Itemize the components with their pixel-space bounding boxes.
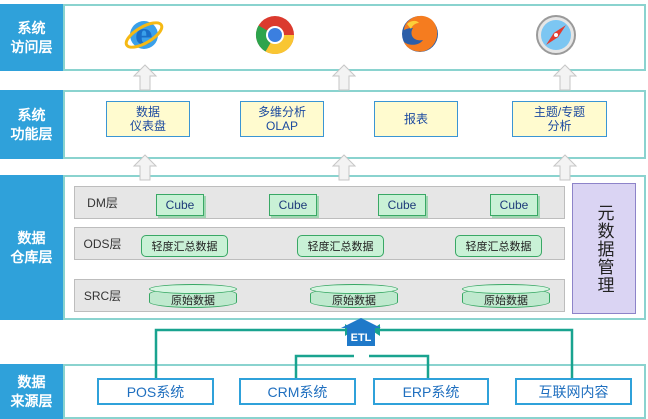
layer-label-access: 系统 访问层 — [0, 4, 63, 71]
source-erp: ERP系统 — [373, 378, 489, 405]
raw-data-cylinder: 原始数据 — [462, 284, 550, 310]
source-internet: 互联网内容 — [515, 378, 632, 405]
safari-icon — [536, 15, 576, 55]
cube-box: Cube — [378, 194, 426, 216]
layer-label-function: 系统 功能层 — [0, 90, 63, 159]
etl-label: ETL — [351, 332, 372, 344]
ods-box: 轻度汇总数据 — [297, 235, 384, 257]
firefox-icon — [402, 15, 438, 52]
row-label-ods: ODS层 — [83, 237, 122, 251]
raw-data-cylinder: 原始数据 — [149, 284, 237, 310]
ods-box: 轻度汇总数据 — [141, 235, 228, 257]
function-item-report: 报表 — [374, 101, 458, 137]
metadata-management-box: 元数据管理 — [572, 183, 636, 314]
cube-box: Cube — [490, 194, 538, 216]
source-pos: POS系统 — [97, 378, 214, 405]
raw-data-label: 原始数据 — [332, 295, 376, 307]
layer-label-source: 数据 来源层 — [0, 364, 63, 419]
cube-box: Cube — [156, 194, 204, 216]
cube-box: Cube — [269, 194, 317, 216]
internet-explorer-icon: e — [124, 18, 164, 51]
row-label-dm: DM层 — [87, 196, 118, 210]
raw-data-label: 原始数据 — [484, 295, 528, 307]
raw-data-label: 原始数据 — [171, 295, 215, 307]
function-item-olap: 多维分析 OLAP — [240, 101, 324, 137]
etl-badge: ETL — [341, 318, 381, 346]
function-item-topic-analysis: 主题/专题 分析 — [512, 101, 607, 137]
function-item-dashboard: 数据 仪表盘 — [106, 101, 190, 137]
chrome-icon — [255, 16, 295, 55]
ods-box: 轻度汇总数据 — [455, 235, 542, 257]
raw-data-cylinder: 原始数据 — [310, 284, 398, 310]
source-crm: CRM系统 — [239, 378, 356, 405]
row-label-src: SRC层 — [83, 289, 122, 303]
layer-label-warehouse: 数据 仓库层 — [0, 175, 63, 320]
